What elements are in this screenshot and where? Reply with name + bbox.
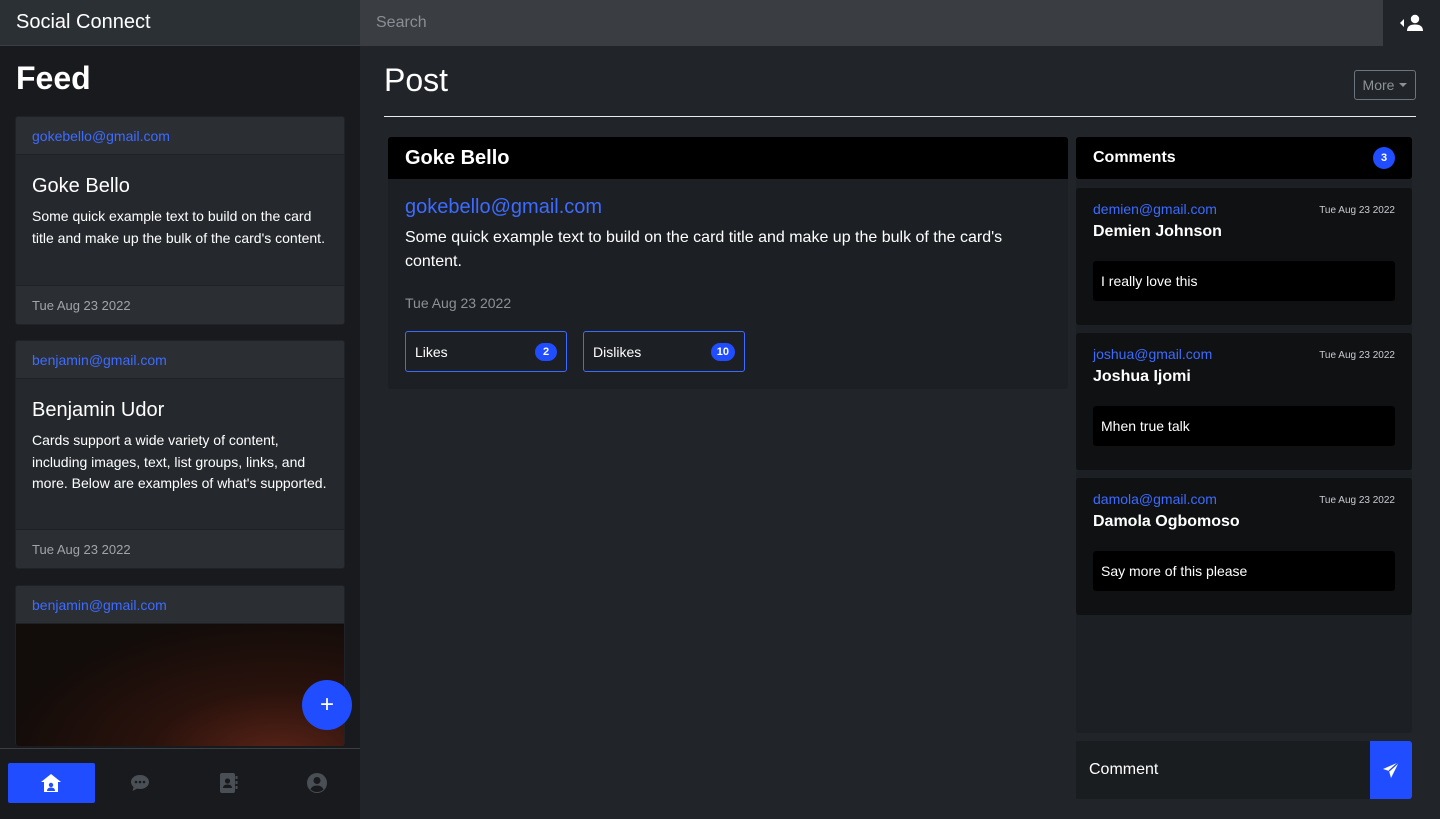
new-post-button[interactable]: +: [302, 680, 352, 730]
likes-button[interactable]: Likes 2: [405, 331, 567, 372]
comment-date: Tue Aug 23 2022: [1319, 205, 1395, 216]
comment-input[interactable]: [1076, 741, 1370, 799]
comments-count-badge: 3: [1373, 147, 1395, 169]
feed-card-date: Tue Aug 23 2022: [16, 529, 344, 568]
comment-text: Say more of this please: [1093, 551, 1395, 591]
comment-item: demien@gmail.com Tue Aug 23 2022 Demien …: [1076, 188, 1412, 325]
send-icon: [1383, 761, 1400, 778]
feed-card-email[interactable]: benjamin@gmail.com: [16, 586, 344, 624]
comment-item: damola@gmail.com Tue Aug 23 2022 Damola …: [1076, 478, 1412, 615]
nav-home[interactable]: [8, 763, 95, 803]
likes-label: Likes: [415, 343, 448, 360]
comments-header: Comments 3: [1076, 137, 1412, 179]
page-title: Post: [384, 62, 449, 98]
app-title[interactable]: Social Connect: [0, 0, 360, 46]
nav-contacts[interactable]: [185, 763, 272, 803]
feed-card-email[interactable]: benjamin@gmail.com: [16, 341, 344, 379]
feed-card[interactable]: gokebello@gmail.com Goke Bello Some quic…: [15, 116, 345, 325]
comments-title: Comments: [1093, 149, 1176, 166]
feed-card-text: Cards support a wide variety of content,…: [32, 432, 327, 491]
comment-author: Damola Ogbomoso: [1093, 513, 1240, 530]
post-card: Goke Bello gokebello@gmail.com Some quic…: [388, 137, 1068, 389]
chat-icon: [130, 775, 149, 791]
comment-date: Tue Aug 23 2022: [1319, 495, 1395, 506]
dislikes-count-badge: 10: [710, 342, 735, 361]
feed-title: Feed: [16, 60, 91, 96]
dislikes-label: Dislikes: [593, 343, 642, 360]
sidebar: Feed gokebello@gmail.com Goke Bello Some…: [0, 46, 360, 819]
feed-card[interactable]: benjamin@gmail.com Benjamin Udor Cards s…: [15, 340, 345, 569]
comment-text: I really love this: [1093, 261, 1395, 301]
feed-card-title: Benjamin Udor: [32, 399, 165, 421]
comment-email[interactable]: damola@gmail.com: [1093, 491, 1217, 507]
nav-profile[interactable]: [274, 763, 361, 803]
post-date: Tue Aug 23 2022: [405, 295, 512, 311]
contacts-icon: [220, 773, 238, 793]
top-bar: Social Connect: [0, 0, 1440, 46]
likes-count-badge: 2: [535, 342, 557, 361]
comment-email[interactable]: joshua@gmail.com: [1093, 346, 1212, 362]
comment-date: Tue Aug 23 2022: [1319, 350, 1395, 361]
profile-menu-button[interactable]: [1383, 0, 1440, 46]
search-input[interactable]: [360, 0, 1383, 46]
more-dropdown[interactable]: More: [1354, 70, 1416, 100]
more-label: More: [1362, 77, 1395, 93]
feed-card-text: Some quick example text to build on the …: [32, 208, 325, 246]
feed-card-image: [16, 624, 344, 746]
title-divider: [384, 116, 1416, 117]
home-icon: [41, 774, 62, 792]
comment-author: Joshua Ijomi: [1093, 368, 1191, 385]
post-author: Goke Bello: [388, 137, 1068, 179]
feed-card-title: Goke Bello: [32, 175, 130, 197]
post-email[interactable]: gokebello@gmail.com: [405, 196, 602, 219]
feed-card-email[interactable]: gokebello@gmail.com: [16, 117, 344, 155]
comment-email[interactable]: demien@gmail.com: [1093, 201, 1217, 217]
comment-text: Mhen true talk: [1093, 406, 1395, 446]
feed-card-body: Benjamin Udor Cards support a wide varie…: [16, 379, 344, 529]
post-text: Some quick example text to build on the …: [405, 229, 1003, 270]
feed-card-body: Goke Bello Some quick example text to bu…: [16, 155, 344, 285]
comments-panel: Comments 3 demien@gmail.com Tue Aug 23 2…: [1076, 137, 1412, 733]
user-circle-icon: [306, 773, 327, 793]
send-comment-button[interactable]: [1370, 741, 1412, 799]
feed-card[interactable]: benjamin@gmail.com: [15, 585, 345, 746]
dislikes-button[interactable]: Dislikes 10: [583, 331, 745, 372]
bottom-nav: [0, 748, 360, 819]
comment-item: joshua@gmail.com Tue Aug 23 2022 Joshua …: [1076, 333, 1412, 470]
nav-messages[interactable]: [97, 763, 184, 803]
caret-down-icon: [1399, 83, 1408, 87]
comment-author: Demien Johnson: [1093, 223, 1222, 240]
user-caret-icon: [1399, 14, 1423, 31]
feed-card-date: Tue Aug 23 2022: [16, 285, 344, 324]
